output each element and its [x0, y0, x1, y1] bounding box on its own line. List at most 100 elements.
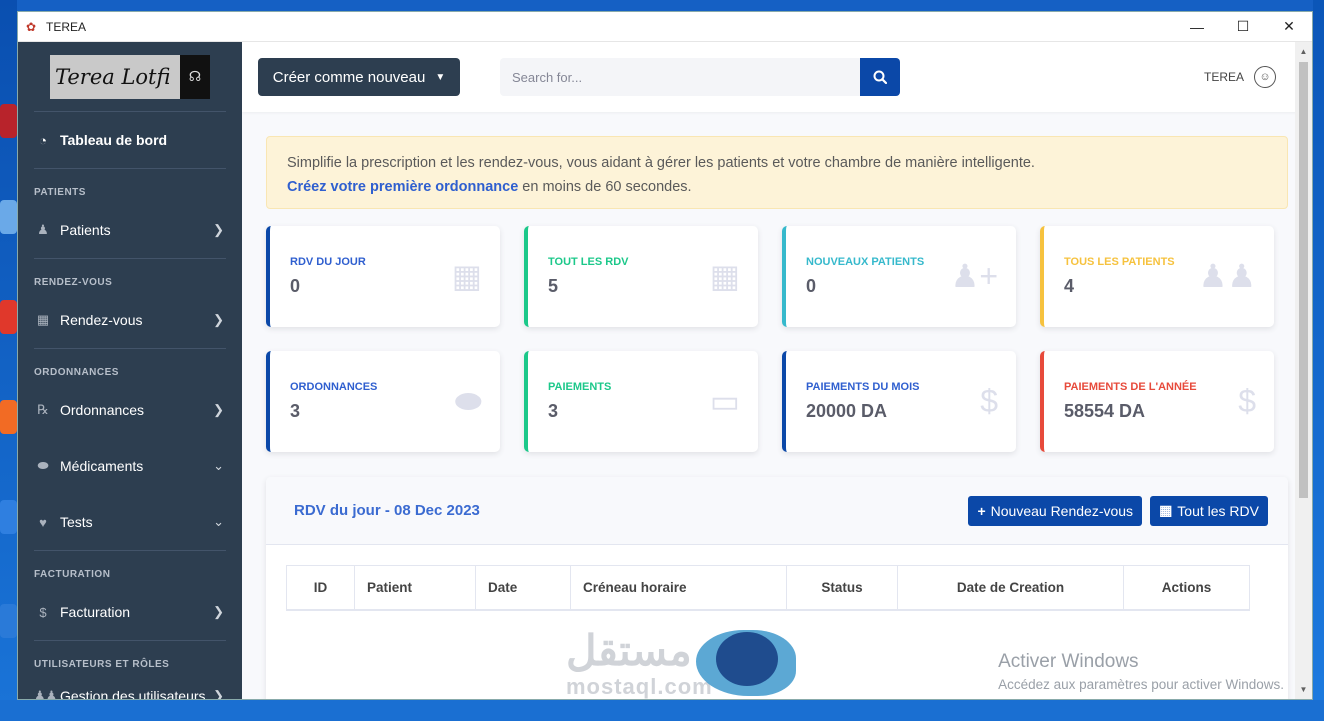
stat-card-label: PAIEMENTS DE L'ANNÉE	[1064, 381, 1197, 393]
mostaql-watermark: مستقل mostaql.com	[566, 626, 816, 699]
mostaql-latin: mostaql.com	[566, 674, 713, 699]
activation-subtitle: Accédez aux paramètres pour activer Wind…	[998, 677, 1284, 692]
column-header-date[interactable]: Date	[475, 565, 571, 611]
calendar-icon: ▦	[1159, 502, 1173, 518]
window-controls: — ☐ ✕	[1174, 12, 1312, 42]
topbar: Créer comme nouveau ▼ TEREA ☺	[242, 42, 1312, 112]
desktop-icon[interactable]	[0, 200, 17, 234]
desktop-right-edge	[1313, 0, 1324, 721]
sidebar-heading-users: UTILISATEURS ET RÔLES	[34, 659, 170, 670]
create-prescription-link[interactable]: Créez votre première ordonnance	[287, 179, 518, 195]
sidebar-item-label: Gestion des utilisateurs	[60, 688, 206, 700]
pills-icon: ⬬	[37, 458, 49, 473]
desktop-icon[interactable]	[0, 104, 17, 138]
app-body: Terea Lotfi ☊ ◔ Tableau de bord PATIENTS…	[18, 42, 1312, 700]
stat-card[interactable]: PAIEMENTS 3 ▭	[524, 351, 758, 452]
users-icon: ♟♟	[1198, 258, 1256, 294]
sidebar-item-tests[interactable]: ♥ Tests ⌄	[18, 494, 242, 550]
table-header-row: ID Patient Date Créneau horaire Status D…	[286, 565, 1250, 611]
chevron-right-icon: ❯	[213, 604, 224, 619]
column-header-slot[interactable]: Créneau horaire	[570, 565, 787, 611]
desktop-icon[interactable]	[0, 500, 17, 534]
column-header-actions[interactable]: Actions	[1123, 565, 1250, 611]
sidebar-item-label: Ordonnances	[60, 402, 145, 418]
dollar-icon: $	[980, 383, 998, 419]
stat-card[interactable]: TOUS LES PATIENTS 4 ♟♟	[1040, 226, 1274, 327]
calendar-icon: ▦	[709, 258, 740, 294]
desktop-icon[interactable]	[0, 400, 17, 434]
column-header-status[interactable]: Status	[786, 565, 898, 611]
maximize-button[interactable]: ☐	[1220, 12, 1266, 42]
search-button[interactable]	[860, 58, 900, 96]
desktop-icon[interactable]	[0, 604, 17, 638]
desktop-icon[interactable]	[0, 300, 17, 334]
windows-activation-watermark: Activer Windows Accédez aux paramètres p…	[998, 651, 1284, 692]
title-bar: ✿ TEREA — ☐ ✕	[18, 12, 1312, 42]
search-input[interactable]	[500, 58, 860, 96]
column-header-patient[interactable]: Patient	[354, 565, 476, 611]
all-appointments-button[interactable]: ▦ Tout les RDV	[1150, 495, 1268, 526]
plus-icon: +	[977, 502, 986, 519]
stat-card[interactable]: RDV DU JOUR 0 ▦	[266, 226, 500, 327]
mostaql-arabic: مستقل	[566, 627, 692, 674]
stat-card-label: PAIEMENTS DU MOIS	[806, 381, 920, 393]
sidebar-item-ordonnances[interactable]: ℞ Ordonnances ❯	[18, 382, 242, 438]
sidebar-item-patients[interactable]: ♟ Patients ❯	[18, 202, 242, 258]
scroll-down-arrow-icon[interactable]: ▼	[1295, 682, 1312, 698]
sidebar-heading-patients: PATIENTS	[34, 187, 86, 198]
create-new-button[interactable]: Créer comme nouveau ▼	[258, 58, 460, 96]
pills-icon: ⬬	[454, 383, 482, 419]
close-button[interactable]: ✕	[1266, 12, 1312, 42]
panel-title: RDV du jour - 08 Dec 2023	[294, 502, 480, 519]
sidebar: Terea Lotfi ☊ ◔ Tableau de bord PATIENTS…	[18, 42, 242, 700]
column-header-id[interactable]: ID	[286, 565, 355, 611]
sidebar-item-label: Facturation	[60, 604, 131, 620]
app-window: ✿ TEREA — ☐ ✕ Terea Lotfi ☊ ◔ Tableau de…	[17, 11, 1313, 700]
panel-actions: + Nouveau Rendez-vous ▦ Tout les RDV	[968, 495, 1268, 526]
scroll-thumb[interactable]	[1299, 62, 1308, 498]
wallet-icon: ▭	[709, 383, 740, 419]
chevron-down-icon: ⌄	[213, 514, 224, 529]
user-plus-icon: ♟+	[950, 258, 998, 294]
user-icon: ♟	[37, 222, 49, 237]
mostaql-figure-head	[716, 632, 778, 686]
sidebar-item-label: Patients	[60, 222, 111, 238]
new-appointment-label: Nouveau Rendez-vous	[990, 502, 1134, 519]
sidebar-item-dashboard[interactable]: ◔ Tableau de bord	[18, 112, 242, 168]
column-header-created[interactable]: Date de Creation	[897, 565, 1124, 611]
sidebar-heading-facturation: FACTURATION	[34, 569, 111, 580]
vertical-scrollbar[interactable]: ▲ ▼	[1295, 42, 1312, 699]
calendar-icon: ▦	[36, 312, 50, 327]
sidebar-item-label: Rendez-vous	[60, 312, 143, 328]
brand-image-icon: ☊	[180, 54, 210, 99]
user-name: TEREA	[1203, 70, 1244, 84]
stat-card-value: 58554 DA	[1064, 401, 1146, 421]
new-appointment-button[interactable]: + Nouveau Rendez-vous	[968, 495, 1143, 526]
sidebar-item-facturation[interactable]: $ Facturation ❯	[18, 584, 242, 640]
sidebar-item-label: Tableau de bord	[60, 132, 168, 148]
activation-title: Activer Windows	[998, 651, 1139, 672]
stat-card[interactable]: ORDONNANCES 3 ⬬	[266, 351, 500, 452]
stat-cards: RDV DU JOUR 0 ▦ TOUT LES RDV 5 ▦ NOUVEAUX PATI…	[266, 226, 1288, 452]
create-new-label: Créer comme nouveau	[272, 68, 426, 86]
stat-card[interactable]: PAIEMENTS DU MOIS 20000 DA $	[782, 351, 1016, 452]
sidebar-item-users[interactable]: ♟♟ Gestion des utilisateurs ❯	[18, 674, 242, 700]
sidebar-item-medicaments[interactable]: ⬬ Médicaments ⌄	[18, 438, 242, 494]
dashboard-content: Simplifie la prescription et les rendez-…	[242, 112, 1312, 699]
window-title: TEREA	[46, 19, 87, 34]
main-content: Créer comme nouveau ▼ TEREA ☺ Simplifie …	[242, 42, 1312, 699]
sidebar-item-label: Médicaments	[60, 458, 144, 474]
brand[interactable]: Terea Lotfi ☊	[34, 42, 226, 112]
scroll-up-arrow-icon[interactable]: ▲	[1295, 44, 1312, 60]
stat-card[interactable]: NOUVEAUX PATIENTS 0 ♟+	[782, 226, 1016, 327]
dollar-icon: $	[1238, 383, 1256, 419]
stat-card-value: 3	[290, 401, 301, 421]
stat-card-label: ORDONNANCES	[290, 381, 378, 393]
stat-card[interactable]: TOUT LES RDV 5 ▦	[524, 226, 758, 327]
minimize-button[interactable]: —	[1174, 12, 1220, 42]
search-icon	[873, 70, 887, 84]
brand-logo: Terea Lotfi ☊	[50, 54, 210, 99]
user-menu[interactable]: TEREA ☺	[1204, 66, 1276, 88]
sidebar-item-rdv[interactable]: ▦ Rendez-vous ❯	[18, 292, 242, 348]
stat-card[interactable]: PAIEMENTS DE L'ANNÉE 58554 DA $	[1040, 351, 1274, 452]
